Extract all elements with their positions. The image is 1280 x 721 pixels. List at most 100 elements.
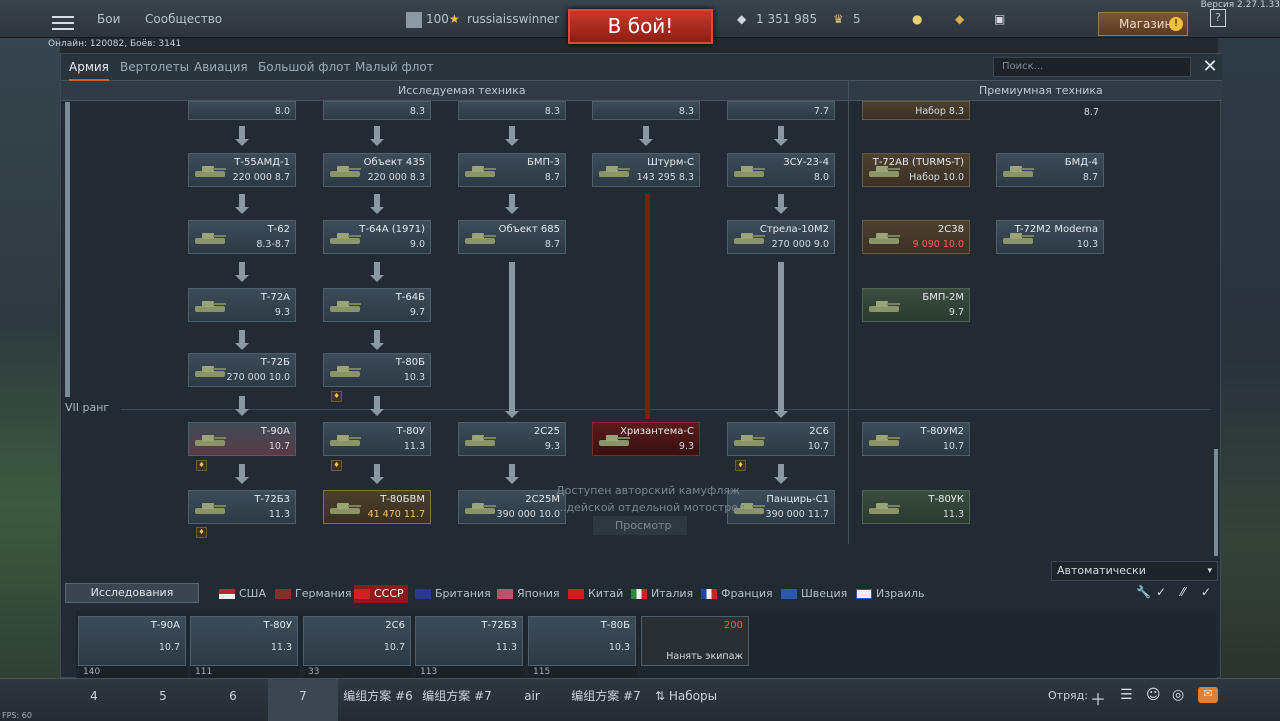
nation-germany[interactable]: Германия — [275, 585, 351, 603]
nation-usa[interactable]: США — [219, 585, 266, 603]
crew-slot[interactable]: 2С610.733 — [303, 616, 411, 666]
friends-icon[interactable]: ☺ — [1146, 687, 1161, 703]
vehicle-card-strela[interactable]: Стрела-10М2270 000 9.0 — [727, 220, 835, 254]
crew-slot[interactable]: Т-80У11.3111 — [190, 616, 298, 666]
eagle-icon: ♛ — [833, 0, 844, 38]
vehicle-card-t90a[interactable]: Т-90А10.7 — [188, 422, 296, 456]
vehicle-card-t72b3[interactable]: Т-72Б311.3 — [188, 490, 296, 524]
preset-tab-4[interactable]: 4 — [60, 679, 128, 721]
battle-button[interactable]: В бой! — [568, 9, 713, 44]
vehicle-card[interactable]: 8.3 — [592, 101, 700, 120]
vehicle-card-obj435[interactable]: Объект 435220 000 8.3 — [323, 153, 431, 187]
preset-tab-scheme6[interactable]: 编组方案 #6 — [338, 679, 418, 721]
hire-crew-slot[interactable]: 200Нанять экипаж — [641, 616, 749, 666]
vehicle-name: БМП-2М — [922, 292, 964, 303]
vehicle-br: 10.3 — [404, 372, 425, 383]
check-icon[interactable]: ✓ — [1201, 585, 1211, 599]
nation-ussr[interactable]: СССР — [354, 585, 408, 603]
nation-israel[interactable]: Израиль — [856, 585, 924, 603]
check-icon[interactable]: ✓ — [1156, 585, 1166, 599]
vehicle-card-t64a[interactable]: Т-64А (1971)9.0 — [323, 220, 431, 254]
tank-icon — [732, 162, 766, 180]
premium-card-bmd4[interactable]: БМД-48.7 — [996, 153, 1104, 187]
right-scrollbar[interactable] — [1214, 449, 1218, 556]
help-icon[interactable]: ? — [1210, 9, 1226, 27]
vehicle-card-t72b[interactable]: Т-72Б270 000 10.0 — [188, 353, 296, 387]
preset-tab-5[interactable]: 5 — [128, 679, 198, 721]
premium-card[interactable]: Набор 8.3 — [862, 101, 970, 120]
vehicle-card-zsu234[interactable]: ЗСУ-23-48.0 — [727, 153, 835, 187]
nation-china[interactable]: Китай — [568, 585, 623, 603]
vehicle-card-t55amd1[interactable]: Т-55АМД-1220 000 8.7 — [188, 153, 296, 187]
shop-button[interactable]: Магазин! — [1098, 12, 1188, 36]
tree-header: Исследуемая техника Премиумная техника — [61, 81, 1222, 101]
crew-slot[interactable]: Т-72Б311.3113 — [415, 616, 523, 666]
vehicle-card-t80u[interactable]: Т-80У11.3 — [323, 422, 431, 456]
vehicle-card-2s25m[interactable]: 2С25М390 000 10.0 — [458, 490, 566, 524]
lightbulb-icon[interactable]: ● — [912, 0, 922, 38]
vehicle-card-t64b[interactable]: Т-64Б9.7 — [323, 288, 431, 322]
vehicle-card-t80b[interactable]: Т-80Б 10.3 — [323, 353, 431, 387]
preset-tab-6[interactable]: 6 — [198, 679, 268, 721]
diamond-icon[interactable]: ◆ — [955, 0, 964, 38]
vehicle-card-obj685[interactable]: Объект 6858.7 — [458, 220, 566, 254]
tab-coastal[interactable]: Малый флот — [355, 54, 434, 81]
research-button[interactable]: Исследования — [65, 583, 199, 603]
auto-select-dropdown[interactable]: Автоматически▾ — [1051, 561, 1218, 581]
preset-tab-scheme7[interactable]: 编组方案 #7 — [418, 679, 496, 721]
battles-menu[interactable]: Бои — [97, 0, 120, 38]
nation-britain[interactable]: Британия — [415, 585, 491, 603]
nation-sweden[interactable]: Швеция — [781, 585, 847, 603]
crew-slot[interactable]: Т-80Б10.3115 — [528, 616, 636, 666]
vehicle-card-t80bvm[interactable]: Т-80БВМ41 470 11.7 — [323, 490, 431, 524]
premium-card-t72m2[interactable]: T-72M2 Moderna10.3 — [996, 220, 1104, 254]
close-icon[interactable]: ✕ — [1199, 55, 1221, 79]
vehicle-name: Т-80Б — [396, 357, 425, 368]
search-input[interactable]: Поиск... — [993, 57, 1191, 77]
premium-card-t80uk[interactable]: Т-80УК11.3 — [862, 490, 970, 524]
crew-slot[interactable]: Т-90А10.7140 — [78, 616, 186, 666]
wrench-icon[interactable]: 🔧 — [1136, 585, 1151, 599]
tab-army[interactable]: Армия — [69, 54, 109, 81]
vehicle-card-t62[interactable]: Т-628.3-8.7 — [188, 220, 296, 254]
preset-tab-air[interactable]: air — [496, 679, 568, 721]
add-icon[interactable]: ＋ — [1090, 686, 1106, 710]
nation-japan[interactable]: Япония — [497, 585, 560, 603]
vehicle-name: Т-80УК — [928, 494, 964, 505]
preset-tab-scheme7b[interactable]: 编组方案 #7 — [568, 679, 644, 721]
menu-icon[interactable] — [52, 16, 74, 30]
premium-card-bmp2m[interactable]: БМП-2М9.7 — [862, 288, 970, 322]
coupon-icon[interactable]: ▣ — [994, 0, 1005, 38]
vehicle-card-2s25[interactable]: 2С259.3 — [458, 422, 566, 456]
vehicle-card-shturm[interactable]: Штурм-С143 295 8.3 — [592, 153, 700, 187]
premium-card[interactable]: 8.7 — [996, 101, 1104, 120]
vehicle-card[interactable]: 8.3 — [458, 101, 566, 120]
nation-france[interactable]: Франция — [701, 585, 773, 603]
vehicle-card-2s6[interactable]: 2С610.7 — [727, 422, 835, 456]
left-scrollbar[interactable] — [65, 102, 70, 397]
vehicle-card-khrizantema[interactable]: Хризантема-С9.3 — [592, 422, 700, 456]
vehicle-card[interactable]: 8.3 — [323, 101, 431, 120]
chat-icon[interactable]: ◎ — [1172, 687, 1184, 703]
vehicle-br: 8.7 — [545, 172, 560, 183]
view-button[interactable]: Просмотр — [593, 516, 687, 535]
vehicle-card[interactable]: 8.0 — [188, 101, 296, 120]
nation-italy[interactable]: Италия — [631, 585, 693, 603]
tab-aviation[interactable]: Авиация — [194, 54, 248, 81]
presets-button[interactable]: ⇅ Наборы — [650, 679, 722, 721]
ammo-icon[interactable]: ⁄⁄ — [1181, 585, 1185, 599]
premium-card-t80um2[interactable]: Т-80УМ210.7 — [862, 422, 970, 456]
preset-tab-7[interactable]: 7 — [268, 679, 338, 721]
vehicle-card-bmp3[interactable]: БМП-38.7 — [458, 153, 566, 187]
username[interactable]: russiaisswinner — [467, 0, 559, 38]
vehicle-card-t72a[interactable]: Т-72А9.3 — [188, 288, 296, 322]
list-icon[interactable]: ☰ — [1120, 687, 1133, 703]
vehicle-card[interactable]: 7.7 — [727, 101, 835, 120]
premium-card-t72av[interactable]: Т-72АВ (TURMS-T)Набор 10.0 — [862, 153, 970, 187]
community-menu[interactable]: Сообщество — [145, 0, 222, 38]
mail-icon[interactable]: ✉ — [1198, 687, 1218, 703]
player-avatar[interactable] — [406, 0, 422, 38]
tab-helicopters[interactable]: Вертолеты — [120, 54, 189, 81]
premium-card-2s38[interactable]: 2С389 090 10.0 — [862, 220, 970, 254]
tab-bluewater[interactable]: Большой флот — [258, 54, 351, 81]
